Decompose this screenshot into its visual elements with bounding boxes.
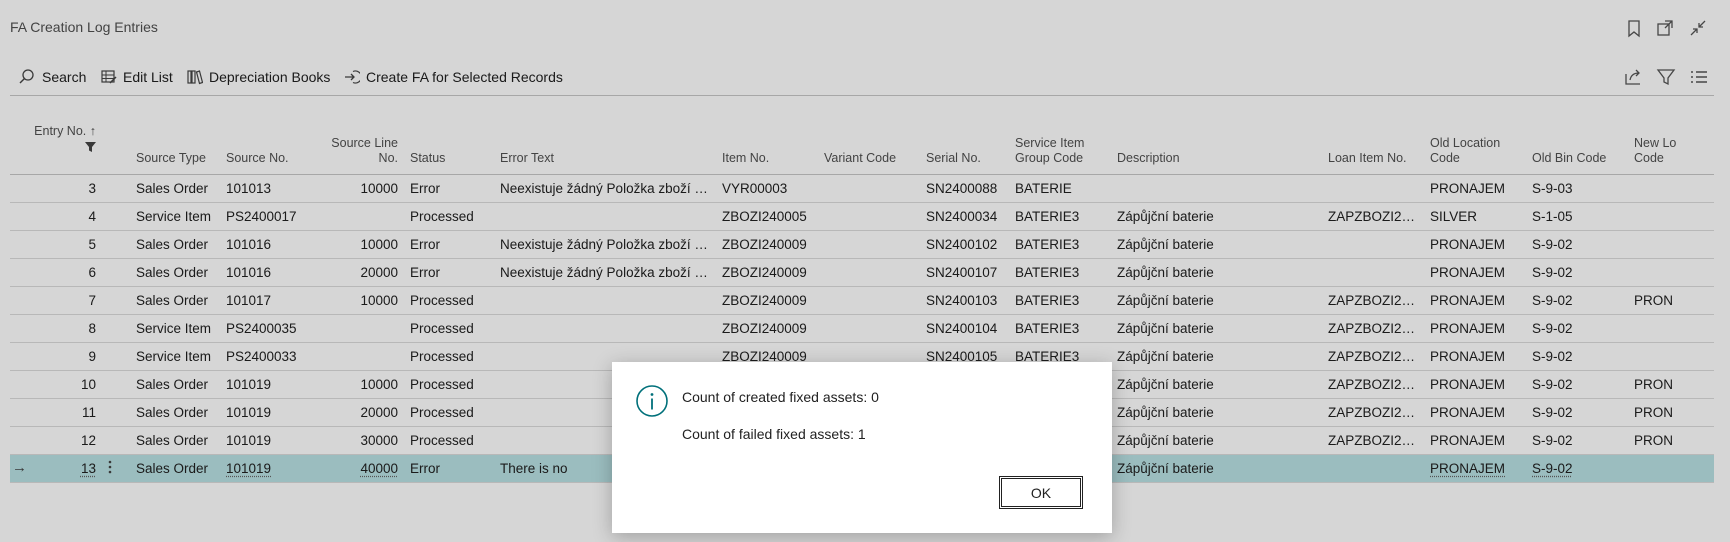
info-icon bbox=[635, 384, 669, 418]
failed-count-message: Count of failed fixed assets: 1 bbox=[682, 426, 866, 442]
ok-button[interactable]: OK bbox=[999, 476, 1083, 509]
message-dialog: Count of created fixed assets: 0 Count o… bbox=[612, 362, 1112, 533]
created-count-message: Count of created fixed assets: 0 bbox=[682, 389, 879, 405]
